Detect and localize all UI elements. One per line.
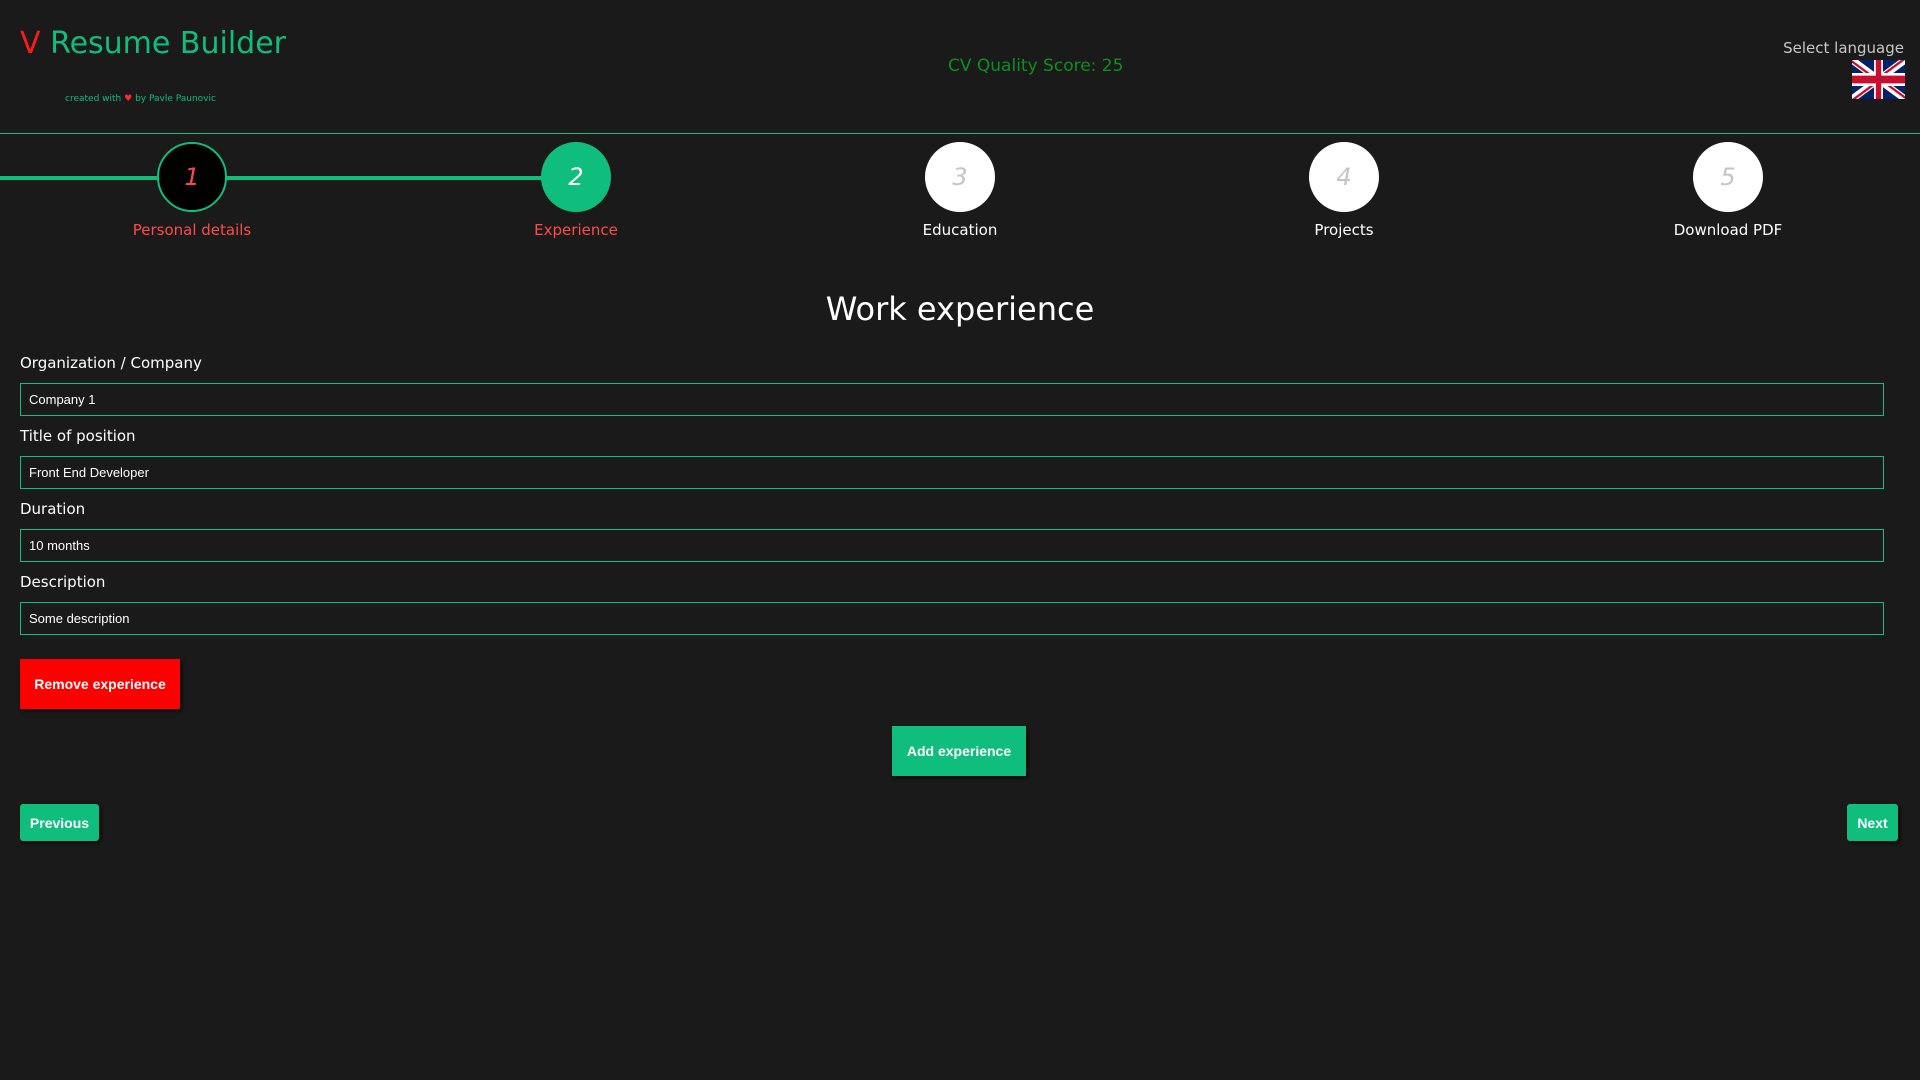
organization-input[interactable] [20, 383, 1884, 416]
heart-icon: ♥ [124, 94, 133, 104]
step-education[interactable]: 3 Education [850, 142, 1070, 239]
description-input[interactable] [20, 602, 1884, 635]
logo-text: Resume Builder [50, 26, 286, 61]
select-language-label: Select language [1783, 39, 1904, 57]
description-label: Description [20, 573, 106, 591]
app-header: V Resume Builder created with ♥ by Pavle… [0, 0, 1920, 134]
page-title: Work experience [825, 290, 1095, 328]
step-number-circle: 5 [1693, 142, 1763, 212]
cv-quality-score: CV Quality Score: 25 [948, 56, 1124, 76]
duration-input[interactable] [20, 529, 1884, 562]
credit-suffix: by Pavle Paunovic [135, 94, 216, 104]
step-label: Experience [534, 221, 618, 239]
position-input[interactable] [20, 456, 1884, 489]
remove-experience-button[interactable]: Remove experience [20, 659, 180, 709]
step-label: Education [922, 221, 998, 239]
logo-letter: V [20, 26, 41, 61]
step-label: Projects [1314, 221, 1374, 239]
step-number-circle: 3 [925, 142, 995, 212]
credit-line: created with ♥ by Pavle Paunovic [65, 94, 216, 104]
next-button[interactable]: Next [1847, 804, 1898, 841]
duration-label: Duration [20, 500, 86, 518]
organization-label: Organization / Company [20, 354, 202, 372]
position-label: Title of position [20, 427, 136, 445]
step-experience[interactable]: 2 Experience [466, 142, 686, 239]
step-label: Download PDF [1673, 221, 1783, 239]
progress-stepper: 1 Personal details 2 Experience 3 Educat… [0, 136, 1920, 246]
step-number-circle: 1 [157, 142, 227, 212]
step-projects[interactable]: 4 Projects [1234, 142, 1454, 239]
step-number-circle: 2 [541, 142, 611, 212]
step-label: Personal details [132, 221, 252, 239]
previous-button[interactable]: Previous [20, 804, 99, 841]
credit-prefix: created with [65, 94, 122, 104]
step-personal-details[interactable]: 1 Personal details [82, 142, 302, 239]
step-download-pdf[interactable]: 5 Download PDF [1618, 142, 1838, 239]
add-experience-button[interactable]: Add experience [892, 726, 1026, 776]
app-logo[interactable]: V Resume Builder [20, 24, 286, 64]
uk-flag-icon[interactable] [1852, 60, 1905, 99]
step-number-circle: 4 [1309, 142, 1379, 212]
